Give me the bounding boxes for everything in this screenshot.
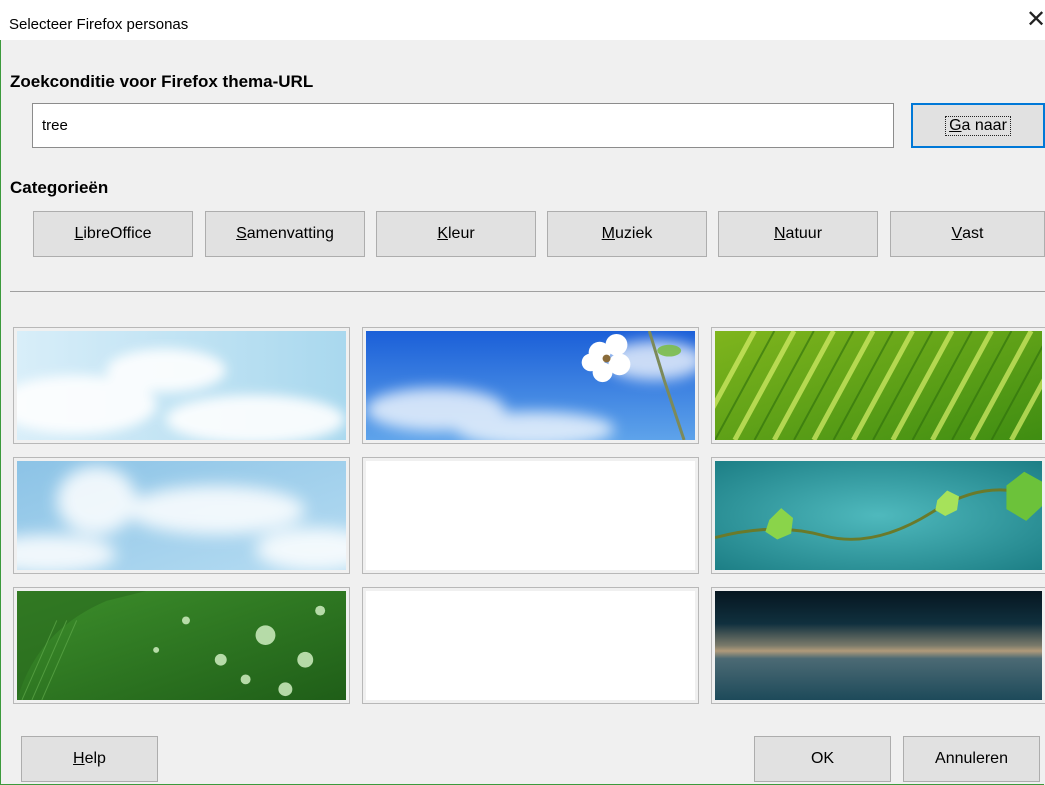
persona-thumbnail-empty[interactable] <box>362 587 699 704</box>
persona-thumbnail-green-water-drops[interactable] <box>13 587 350 704</box>
search-input[interactable] <box>32 103 894 148</box>
title-bar: Selecteer Firefox personas ✕ <box>0 0 1045 40</box>
persona-thumbnail-blue-sky-blossom[interactable] <box>362 327 699 444</box>
persona-thumbnail-green-palm-leaf[interactable] <box>711 327 1045 444</box>
persona-thumbnail-soft-clouds[interactable] <box>13 457 350 574</box>
category-libreoffice-button[interactable]: LibreOffice <box>33 211 193 257</box>
window-title: Selecteer Firefox personas <box>9 16 189 33</box>
category-natuur-button[interactable]: Natuur <box>718 211 878 257</box>
category-label: uziek <box>614 225 653 242</box>
ok-button[interactable]: OK <box>754 736 891 782</box>
persona-image <box>715 591 1042 700</box>
category-samenvatting-button[interactable]: Samenvatting <box>205 211 365 257</box>
persona-image <box>17 591 346 700</box>
help-button-mnemonic: H <box>73 750 85 767</box>
go-button-label: a naar <box>961 116 1007 134</box>
persona-image <box>17 461 346 570</box>
go-button-mnemonic: G <box>949 116 962 134</box>
categories-label: Categorieën <box>10 178 109 197</box>
category-vast-button[interactable]: Vast <box>890 211 1045 257</box>
category-label: atuur <box>785 225 823 242</box>
cancel-button[interactable]: Annuleren <box>903 736 1040 782</box>
category-mnemonic: L <box>74 225 84 242</box>
search-label: Zoekconditie voor Firefox thema-URL <box>10 72 314 91</box>
persona-image <box>715 331 1042 440</box>
persona-image <box>366 591 695 700</box>
persona-thumbnail-teal-vine-leaves[interactable] <box>711 457 1045 574</box>
help-button-label: elp <box>84 750 106 767</box>
go-button[interactable]: Ga naar <box>911 103 1045 148</box>
category-label: leur <box>447 225 475 242</box>
category-muziek-button[interactable]: Muziek <box>547 211 707 257</box>
category-mnemonic: V <box>951 225 963 242</box>
category-kleur-button[interactable]: Kleur <box>376 211 536 257</box>
category-label: amenvatting <box>246 225 334 242</box>
category-mnemonic: S <box>236 225 247 242</box>
go-button-focus: Ga naar <box>945 115 1011 136</box>
persona-image <box>366 331 695 440</box>
persona-image <box>366 461 695 570</box>
category-mnemonic: N <box>773 225 786 242</box>
ok-button-label: OK <box>810 750 835 767</box>
category-mnemonic: K <box>437 225 448 242</box>
persona-thumbnail-empty[interactable] <box>362 457 699 574</box>
persona-thumbnail-light-clouds[interactable] <box>13 327 350 444</box>
section-divider <box>10 291 1045 292</box>
category-label: ast <box>962 225 984 242</box>
help-button[interactable]: Help <box>21 736 158 782</box>
cancel-button-label: Annuleren <box>935 750 1008 767</box>
category-label: ibreOffice <box>83 225 152 242</box>
persona-image <box>715 461 1042 570</box>
persona-image <box>17 331 346 440</box>
close-icon[interactable]: ✕ <box>1026 8 1045 32</box>
category-mnemonic: M <box>601 225 615 242</box>
persona-thumbnail-dark-horizon[interactable] <box>711 587 1045 704</box>
